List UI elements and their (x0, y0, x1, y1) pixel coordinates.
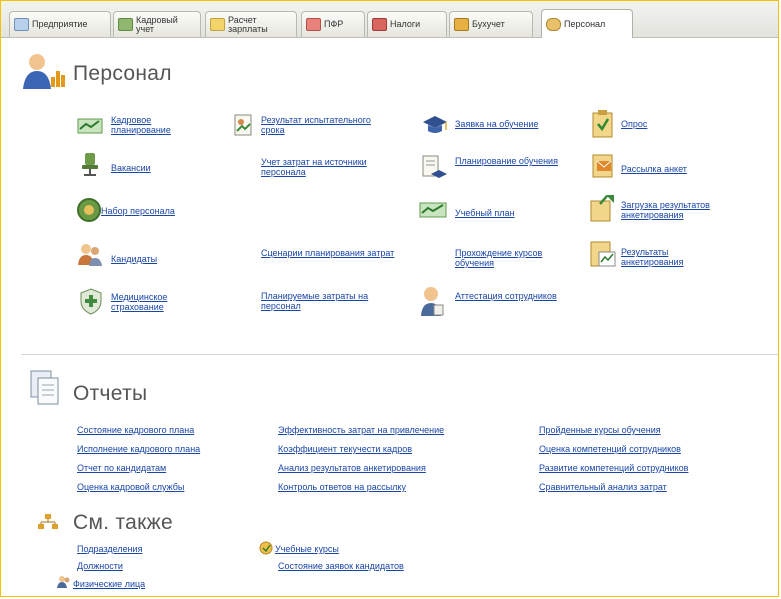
tab-label: Предприятие (32, 19, 88, 29)
personnel-header-icon (23, 54, 65, 89)
candidates-icon (78, 244, 102, 266)
positions-link[interactable]: Должности (77, 561, 123, 571)
training-courses-icon (259, 541, 273, 555)
survey-results-icon (590, 241, 616, 267)
report-link[interactable]: Сравнительный анализ затрат (539, 482, 667, 492)
personnel-icon (546, 17, 561, 31)
report-link[interactable]: Контроль ответов на рассылку (278, 482, 406, 492)
payroll-icon (210, 18, 225, 31)
report-link[interactable]: Пройденные курсы обучения (539, 425, 661, 435)
tab-payroll[interactable]: Расчет зарплаты (205, 11, 297, 37)
hr-accounting-icon (118, 18, 133, 31)
report-link[interactable]: Эффективность затрат на привлечение (278, 425, 444, 435)
questionnaire-mailing-icon (592, 154, 613, 178)
cost-planning-scenarios-link[interactable]: Сценарии планирования затрат (261, 248, 401, 258)
report-link[interactable]: Коэффициент текучести кадров (278, 444, 412, 454)
tab-label: Персонал (564, 18, 606, 29)
individuals-link[interactable]: Физические лица (73, 579, 145, 589)
probation-result-link[interactable]: Результат испытательного срока (261, 115, 381, 135)
report-link[interactable]: Оценка компетенций сотрудников (539, 444, 681, 454)
tab-enterprise[interactable]: Предприятие (9, 11, 111, 37)
training-courses-link[interactable]: Учебные курсы (275, 544, 339, 554)
report-link[interactable]: Оценка кадровой службы (77, 482, 184, 492)
pfr-icon (306, 18, 321, 31)
individuals-icon (57, 576, 70, 588)
departments-link[interactable]: Подразделения (77, 544, 142, 554)
training-planning-link[interactable]: Планирование обучения (455, 156, 565, 166)
survey-icon (592, 110, 613, 138)
questionnaire-mailing-link[interactable]: Рассылка анкет (621, 164, 721, 174)
recruitment-icon (77, 198, 101, 222)
vacancies-link[interactable]: Вакансии (111, 163, 211, 173)
see-also-icon (38, 514, 58, 529)
tab-label: Кадровый учет (136, 14, 178, 34)
candidate-requests-status-link[interactable]: Состояние заявок кандидатов (278, 561, 404, 571)
tab-label: Бухучет (472, 19, 505, 29)
tab-accounting[interactable]: Бухучет (449, 11, 533, 37)
tab-label: Налоги (390, 19, 421, 29)
planned-personnel-costs-link[interactable]: Планируемые затраты на персонал (261, 291, 401, 311)
tab-label: ПФР (324, 19, 344, 29)
course-completion-link[interactable]: Прохождение курсов обучения (455, 248, 575, 268)
report-link[interactable]: Состояние кадрового плана (77, 425, 194, 435)
attestation-link[interactable]: Аттестация сотрудников (455, 291, 565, 301)
report-link[interactable]: Развитие компетенций сотрудников (539, 463, 688, 473)
tab-personnel[interactable]: Персонал (541, 9, 633, 38)
curriculum-link[interactable]: Учебный план (455, 208, 565, 218)
tab-hr-accounting[interactable]: Кадровый учет (113, 11, 201, 37)
tab-bar: Предприятие Кадровый учет Расчет зарплат… (1, 1, 778, 38)
medical-insurance-icon (80, 288, 102, 315)
curriculum-icon (419, 202, 447, 218)
graduation-cap-icon (423, 116, 447, 133)
candidates-link[interactable]: Кандидаты (111, 254, 211, 264)
medical-insurance-link[interactable]: Медицинское страхование (111, 292, 211, 312)
load-results-icon (590, 195, 614, 222)
accounting-icon (454, 18, 469, 31)
taxes-icon (372, 18, 387, 31)
chair-icon (82, 153, 98, 176)
personnel-sources-costs-link[interactable]: Учет затрат на источники персонала (261, 157, 381, 177)
reports-icon (30, 370, 59, 405)
main-window: Предприятие Кадровый учет Расчет зарплат… (0, 0, 779, 597)
recruitment-link[interactable]: Набор персонала (101, 206, 211, 216)
report-link[interactable]: Исполнение кадрового плана (77, 444, 200, 454)
reports-title: Отчеты (73, 382, 148, 405)
staffing-plan-icon (77, 118, 103, 134)
enterprise-icon (14, 18, 29, 31)
load-survey-results-link[interactable]: Загрузка результатов анкетирования (621, 200, 751, 220)
tab-label: Расчет зарплаты (228, 14, 268, 34)
staffing-plan-link[interactable]: Кадровое планирование (111, 115, 211, 135)
see-also-title: См. также (73, 511, 173, 534)
probation-result-icon (234, 114, 252, 136)
tab-taxes[interactable]: Налоги (367, 11, 447, 37)
tab-pfr[interactable]: ПФР (301, 11, 365, 37)
attestation-icon (421, 287, 444, 316)
section-divider (21, 354, 778, 355)
report-link[interactable]: Анализ результатов анкетирования (278, 463, 426, 473)
training-request-link[interactable]: Заявка на обучение (455, 119, 565, 129)
report-link[interactable]: Отчет по кандидатам (77, 463, 166, 473)
personnel-title: Персонал (73, 62, 172, 85)
survey-results-link[interactable]: Результаты анкетирования (621, 247, 731, 267)
survey-link[interactable]: Опрос (621, 119, 701, 129)
training-plan-icon (422, 155, 447, 178)
